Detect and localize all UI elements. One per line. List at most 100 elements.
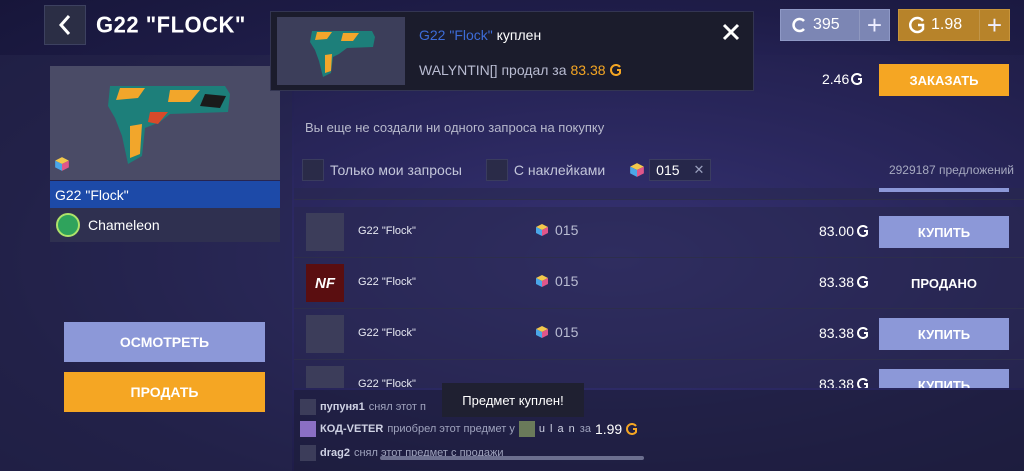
avatar	[300, 445, 316, 461]
listing-price: 83.38	[819, 274, 869, 290]
item-thumbnail	[306, 366, 344, 388]
listing-name: G22 "Flock"	[358, 276, 416, 288]
sticker-tag-label: 015	[656, 162, 680, 178]
sticker-cube-icon	[535, 325, 549, 339]
buy-button[interactable]: КУПИТЬ	[879, 318, 1009, 350]
close-icon[interactable]: ✕	[694, 162, 705, 178]
listing-price: 83.38	[819, 376, 869, 388]
add-silver-button[interactable]: +	[859, 10, 889, 40]
notification-amount: 83.38	[570, 62, 606, 78]
notification-item: G22 "Flock"	[419, 27, 493, 43]
listing-sticker: 015	[535, 222, 578, 238]
table-row	[294, 188, 1024, 200]
purchase-notification: G22 "Flock" куплен WALYNTIN[] продал за …	[270, 11, 754, 91]
silver-value: 395	[813, 16, 840, 33]
sticker-cube-icon	[629, 162, 645, 178]
avatar	[518, 421, 535, 437]
sticker-cube-icon	[535, 223, 549, 237]
listings-table: G22 "Flock" 015 83.00 КУПИТЬ NF G22 "Flo…	[294, 188, 1024, 388]
back-button[interactable]	[44, 5, 86, 45]
feed-user: drag2	[320, 447, 350, 459]
only-mine-label: Только мои запросы	[330, 162, 462, 178]
table-row: G22 "Flock" 015 83.38 КУПИТЬ	[294, 309, 1024, 360]
notification-action: куплен	[496, 27, 542, 43]
sticker-cube-icon	[54, 156, 70, 172]
gold-coin-icon	[626, 423, 638, 435]
listing-price-value: 83.38	[818, 325, 854, 341]
gold-coin-icon	[857, 327, 869, 339]
seller-logo: NF	[306, 264, 344, 302]
table-row: NF G22 "Flock" 015 83.38 ПРОДАНО	[294, 258, 1024, 309]
sold-label: ПРОДАНО	[911, 275, 977, 291]
gold-value: 1.98	[931, 16, 963, 33]
close-icon[interactable]	[719, 20, 743, 44]
chameleon-icon	[56, 213, 80, 237]
feed-za: за	[579, 423, 591, 435]
gold-currency: 1.98 +	[898, 9, 1010, 41]
silver-currency: 395 +	[780, 9, 890, 41]
gold-coin-icon	[857, 378, 869, 388]
listing-price-value: 83.38	[818, 274, 854, 290]
notification-seller: WALYNTIN[] продал за 83.38	[419, 62, 622, 78]
feed-text: приобрел этот предмет у	[387, 423, 515, 435]
feed-user: КОД-VETER	[320, 423, 384, 435]
buy-button[interactable]: КУПИТЬ	[879, 369, 1009, 388]
feed-scrollbar[interactable]	[380, 456, 644, 460]
order-price: 2.46	[822, 71, 863, 87]
item-thumbnail	[306, 315, 344, 353]
no-requests-text: Вы еще не создали ни одного запроса на п…	[305, 120, 605, 135]
feed-item: пупуня1 снял этот п	[300, 399, 426, 415]
pistol-image	[108, 86, 230, 164]
gold-coin-icon	[857, 225, 869, 237]
order-price-value: 2.46	[822, 71, 850, 87]
listing-sticker-label: 015	[555, 324, 579, 340]
buy-button[interactable]	[879, 188, 1009, 192]
filter-row: Только мои запросы С наклейками 015 ✕ 29…	[294, 152, 1024, 188]
with-stickers-checkbox[interactable]	[485, 159, 508, 181]
listing-name: G22 "Flock"	[358, 225, 416, 237]
pistol-image	[310, 31, 375, 77]
feed-user: пупуня1	[320, 401, 365, 413]
notification-seller-text: WALYNTIN[] продал за	[419, 62, 567, 78]
toast-message: Предмет куплен!	[442, 383, 584, 417]
gold-coin-icon	[610, 64, 622, 76]
collection-row[interactable]: Chameleon	[50, 208, 280, 242]
sticker-tag-chip[interactable]: 015 ✕	[649, 159, 712, 181]
listing-sticker: 015	[535, 273, 578, 289]
gold-coin-icon	[857, 276, 869, 288]
listing-price: 83.00	[819, 223, 869, 239]
avatar	[300, 399, 316, 415]
gold-coin-icon	[851, 73, 863, 85]
feed-seller: u l a n	[538, 423, 576, 435]
listing-price-value: 83.00	[818, 223, 854, 239]
item-thumbnail	[306, 213, 344, 251]
listing-sticker-label: 015	[555, 222, 579, 238]
table-row: G22 "Flock" 83.38 КУПИТЬ	[294, 360, 1024, 388]
only-mine-checkbox[interactable]	[302, 159, 324, 181]
listing-price: 83.38	[819, 325, 869, 341]
buy-button[interactable]: КУПИТЬ	[879, 216, 1009, 248]
notification-title: G22 "Flock" куплен	[419, 27, 541, 43]
sticker-cube-icon	[535, 274, 549, 288]
silver-coin-icon	[792, 17, 805, 33]
feed-text: снял этот п	[368, 401, 426, 413]
item-image	[277, 17, 405, 85]
listing-name: G22 "Flock"	[358, 378, 416, 388]
collection-name: Chameleon	[88, 217, 160, 233]
listing-sticker-label: 015	[555, 273, 579, 289]
selected-item-name[interactable]: G22 "Flock"	[50, 181, 280, 208]
item-image	[50, 66, 280, 180]
page-title: G22 "FLOCK"	[96, 11, 246, 38]
offers-count: 2929187 предложений	[888, 163, 1014, 177]
add-gold-button[interactable]: +	[979, 10, 1009, 40]
feed-item: КОД-VETER приобрел этот предмет у u l a …	[300, 421, 638, 437]
feed-amount: 1.99	[594, 421, 623, 437]
order-button[interactable]: ЗАКАЗАТЬ	[879, 64, 1009, 96]
listing-price-value: 83.38	[818, 376, 854, 388]
chevron-left-icon	[58, 15, 71, 35]
inspect-button[interactable]: ОСМОТРЕТЬ	[64, 322, 265, 362]
gold-coin-icon	[909, 16, 925, 34]
with-stickers-label: С наклейками	[513, 162, 606, 178]
sell-button[interactable]: ПРОДАТЬ	[64, 372, 265, 412]
listing-sticker: 015	[535, 324, 578, 340]
